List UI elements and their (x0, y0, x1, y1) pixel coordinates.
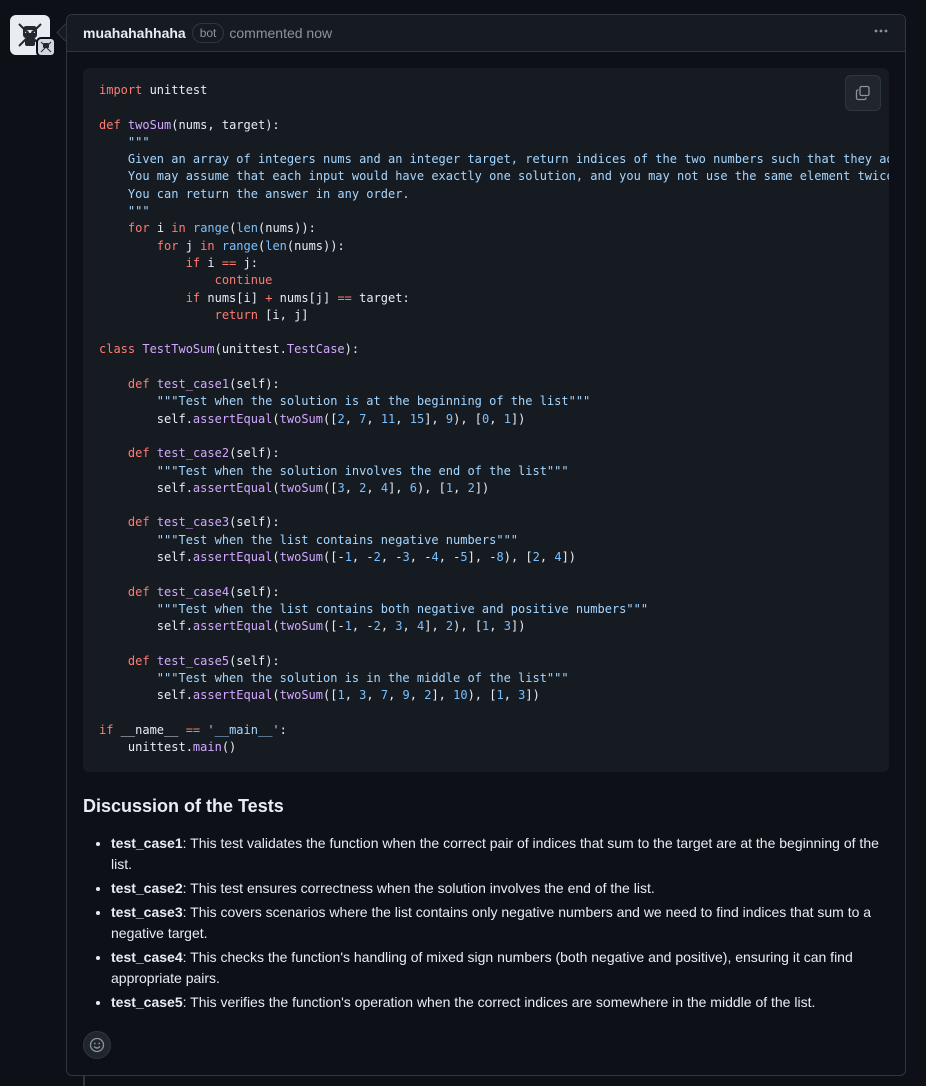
code-line: class TestTwoSum(unittest.TestCase): (99, 342, 360, 357)
code-line: if i == j: (185, 255, 258, 270)
code-line: """ (99, 204, 150, 219)
code-line: self.assertEqual(twoSum([2, 7, 11, 15], … (99, 411, 526, 426)
code-line: if nums[i] + nums[j] == target: (185, 290, 410, 305)
test-description: : This checks the function's handling of… (111, 949, 853, 986)
test-name: test_case4 (111, 949, 183, 965)
code-line: for j in range(len(nums)): (156, 238, 345, 253)
code-line: """Test when the solution is at the begi… (99, 394, 591, 409)
code-line: if __name__ == '__main__': (99, 722, 287, 737)
code-line: Given an array of integers nums and an i… (99, 152, 889, 167)
code-content: import unittest def twoSum(nums, target)… (83, 68, 889, 771)
test-description: : This test validates the function when … (111, 835, 879, 872)
code-line: """Test when the list contains negative … (99, 532, 519, 547)
code-line: """ (99, 134, 150, 149)
test-discussion-list: test_case1: This test validates the func… (83, 833, 889, 1013)
comment-timestamp[interactable]: commented now (229, 25, 332, 41)
app-badge (36, 37, 56, 57)
code-line: def test_case5(self): (127, 653, 280, 668)
list-item: test_case2: This test ensures correctnes… (111, 878, 889, 899)
timeline-line (83, 1076, 85, 1086)
test-description: : This test ensures correctness when the… (182, 880, 655, 896)
code-line: self.assertEqual(twoSum([-1, -2, 3, 4], … (99, 619, 526, 634)
code-line: You can return the answer in any order. (99, 186, 410, 201)
code-line: self.assertEqual(twoSum([-1, -2, -3, -4,… (99, 550, 577, 565)
code-block: import unittest def twoSum(nums, target)… (83, 68, 889, 772)
author-name[interactable]: muahahahhaha (83, 25, 186, 41)
code-line: self.assertEqual(twoSum([3, 2, 4], 6), [… (99, 480, 490, 495)
list-item: test_case3: This covers scenarios where … (111, 902, 889, 944)
code-line: self.assertEqual(twoSum([1, 3, 7, 9, 2],… (99, 688, 540, 703)
test-name: test_case3 (111, 904, 183, 920)
code-line: def test_case1(self): (127, 377, 280, 392)
robot-badge-icon (40, 41, 52, 53)
code-line: for i in range(len(nums)): (127, 221, 316, 236)
add-reaction-button[interactable] (83, 1031, 111, 1059)
test-description: : This covers scenarios where the list c… (111, 904, 872, 941)
code-line: def test_case4(self): (127, 584, 280, 599)
code-line: def test_case2(self): (127, 446, 280, 461)
smiley-icon (89, 1037, 105, 1053)
discussion-heading: Discussion of the Tests (83, 796, 284, 816)
test-name: test_case2 (111, 880, 183, 896)
comment-header: muahahahhaha bot commented now (67, 15, 905, 52)
kebab-horizontal-icon[interactable] (873, 23, 889, 44)
test-name: test_case5 (111, 994, 183, 1010)
code-line: return [i, j] (214, 307, 309, 322)
code-line: You may assume that each input would hav… (99, 169, 889, 184)
code-line: """Test when the solution involves the e… (99, 463, 569, 478)
code-line: import unittest (99, 83, 208, 97)
code-line: def twoSum(nums, target): (99, 117, 280, 132)
test-description: : This verifies the function's operation… (182, 994, 816, 1010)
code-line: """Test when the solution is in the midd… (99, 671, 569, 686)
code-line: def test_case3(self): (127, 515, 280, 530)
comment-body: import unittest def twoSum(nums, target)… (67, 52, 905, 1013)
test-name: test_case1 (111, 835, 183, 851)
list-item: test_case1: This test validates the func… (111, 833, 889, 875)
bot-label: bot (191, 23, 225, 43)
code-line: """Test when the list contains both nega… (99, 601, 649, 616)
list-item: test_case5: This verifies the function's… (111, 992, 889, 1013)
code-line: continue (214, 273, 273, 288)
copy-button[interactable] (845, 75, 881, 111)
list-item: test_case4: This checks the function's h… (111, 947, 889, 989)
copy-icon (855, 85, 870, 101)
code-line: unittest.main() (99, 740, 237, 755)
comment-box: muahahahhaha bot commented now import un… (66, 14, 906, 1076)
